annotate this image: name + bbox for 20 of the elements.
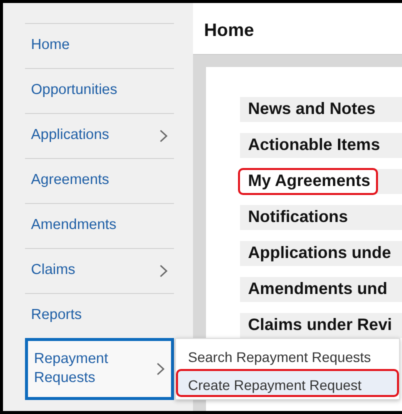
submenu-item[interactable]: Search Repayment Requests xyxy=(176,341,399,369)
section-title: Applications unde xyxy=(247,243,392,264)
chevron-right-icon xyxy=(156,362,165,376)
sidebar-item[interactable]: Opportunities xyxy=(25,68,174,113)
sidebar-item[interactable]: Repayment Requests xyxy=(25,338,174,400)
sidebar-item[interactable]: Claims xyxy=(25,248,174,293)
sidebar-item[interactable]: Home xyxy=(25,23,174,68)
page-title: Home xyxy=(204,20,254,40)
chevron-right-icon xyxy=(159,264,168,278)
section-title: Actionable Items xyxy=(247,135,382,156)
sidebar-item[interactable]: Agreements xyxy=(25,158,174,203)
section-title: News and Notes xyxy=(247,99,376,120)
section-title: Amendments und xyxy=(247,279,388,300)
section-title: My Agreements xyxy=(238,168,378,195)
sidebar-item[interactable]: Amendments xyxy=(25,203,174,248)
submenu-item[interactable]: Create Repayment Request xyxy=(176,369,399,397)
section-title: Notifications xyxy=(247,207,349,228)
sidebar-item[interactable]: Applications xyxy=(25,113,174,158)
section-title: Claims under Revi xyxy=(247,315,393,336)
chevron-right-icon xyxy=(159,129,168,143)
